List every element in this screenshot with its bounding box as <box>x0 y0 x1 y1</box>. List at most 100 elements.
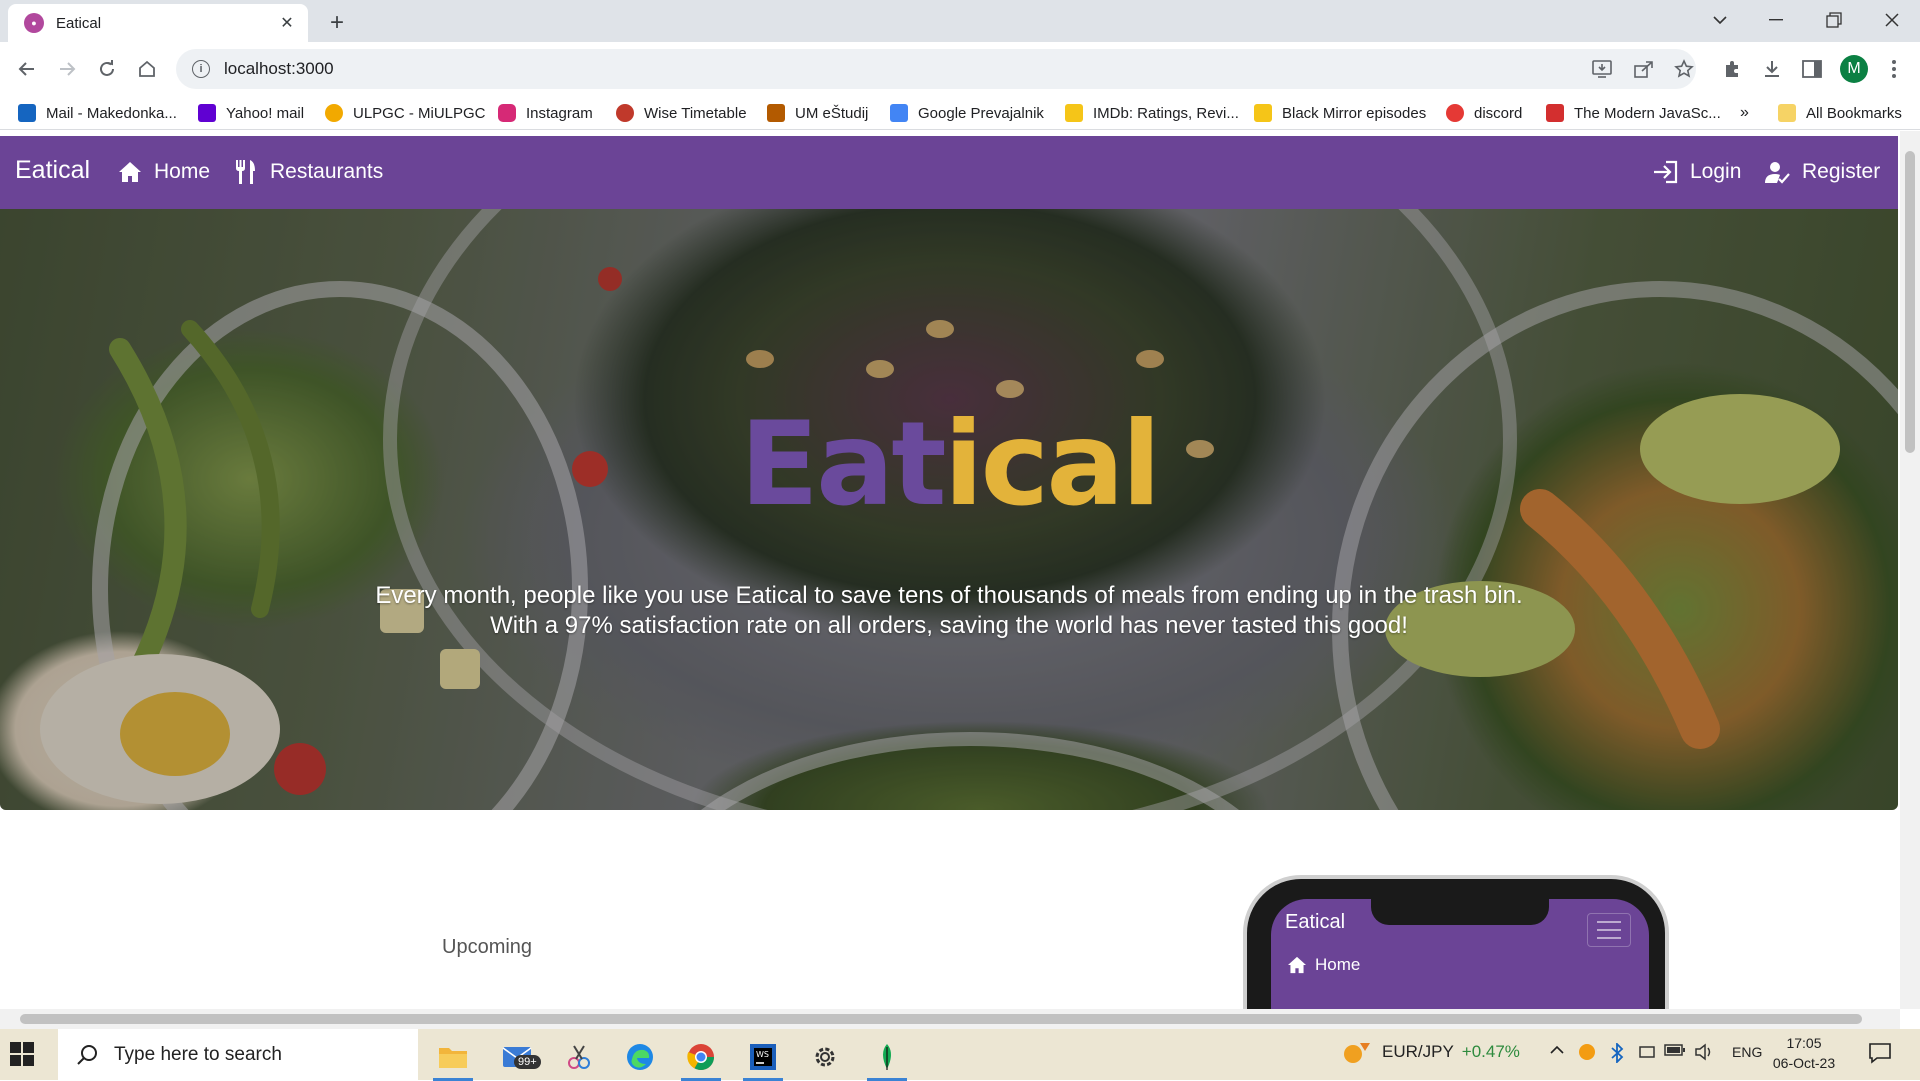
language-indicator[interactable]: ENG <box>1732 1044 1762 1060</box>
ticker-change: +0.47% <box>1461 1042 1520 1061</box>
windows-taskbar: Type here to search 99+ WS EUR/JPY +0.47… <box>0 1029 1920 1081</box>
phone-screen: Eatical Home <box>1271 899 1649 1009</box>
browser-toolbar: i localhost:3000 M <box>0 42 1920 96</box>
nav-register-label: Register <box>1802 160 1881 183</box>
tab-search-chevron-icon[interactable] <box>1692 0 1748 40</box>
notifications-icon[interactable] <box>1868 1042 1892 1064</box>
instagram-icon <box>498 104 516 122</box>
bookmarks-overflow-button[interactable]: » <box>1740 102 1749 124</box>
site-navbar: Eatical Home Restaurants Login Register <box>0 136 1898 209</box>
hero-title: Eatical <box>0 407 1898 523</box>
currency-icon <box>1344 1043 1370 1063</box>
folder-icon <box>1778 104 1796 122</box>
mongodb-compass-icon[interactable] <box>862 1037 912 1081</box>
hamburger-menu-icon <box>1587 913 1631 947</box>
bookmark-item[interactable]: Yahoo! mail <box>198 102 304 124</box>
tab-title: Eatical <box>56 14 102 32</box>
home-icon <box>1288 956 1306 974</box>
tray-app-icon[interactable] <box>1578 1043 1596 1061</box>
meet-now-icon[interactable] <box>1638 1043 1656 1061</box>
clock-date: 06-Oct-23 <box>1772 1055 1836 1071</box>
imdb-icon <box>1254 104 1272 122</box>
nav-home-link[interactable]: Home <box>118 156 210 188</box>
site-brand[interactable]: Eatical <box>15 156 90 185</box>
browser-tab-strip: ● Eatical ✕ + <box>0 0 1920 42</box>
search-icon <box>77 1044 97 1065</box>
taskbar-search-box[interactable]: Type here to search <box>58 1029 418 1080</box>
horizontal-scroll-thumb[interactable] <box>20 1014 1862 1024</box>
all-bookmarks-folder[interactable]: All Bookmarks <box>1778 102 1902 124</box>
webstorm-icon[interactable]: WS <box>738 1037 788 1081</box>
wise-timetable-icon <box>616 104 634 122</box>
page-viewport: Eatical Home Restaurants Login Register <box>0 131 1920 1009</box>
share-icon[interactable] <box>1630 55 1658 83</box>
google-translate-icon <box>890 104 908 122</box>
new-tab-button[interactable]: + <box>322 8 352 38</box>
taskbar-clock[interactable]: 17:05 06-Oct-23 <box>1768 1033 1840 1073</box>
currency-ticker-widget[interactable]: EUR/JPY +0.47% <box>1342 1039 1520 1065</box>
bookmark-item[interactable]: Mail - Makedonka... <box>18 102 177 124</box>
eatical-favicon-icon: ● <box>24 13 44 33</box>
battery-icon[interactable] <box>1664 1043 1686 1057</box>
bookmark-item[interactable]: Instagram <box>498 102 593 124</box>
bookmark-item[interactable]: The Modern JavaSc... <box>1546 102 1721 124</box>
home-button[interactable] <box>132 54 162 84</box>
nav-home-label: Home <box>154 160 211 183</box>
profile-avatar[interactable]: M <box>1840 55 1868 83</box>
bookmark-item[interactable]: ULPGC - MiULPGC <box>325 102 486 124</box>
minimize-button[interactable] <box>1748 0 1804 40</box>
vertical-scrollbar[interactable] <box>1900 131 1920 1009</box>
chrome-browser-icon[interactable] <box>676 1037 726 1081</box>
vertical-scroll-thumb[interactable] <box>1905 151 1915 453</box>
settings-gear-icon[interactable] <box>800 1037 850 1077</box>
browser-menu-icon[interactable] <box>1880 55 1908 83</box>
utensils-icon <box>236 160 255 184</box>
reload-button[interactable] <box>92 54 122 84</box>
edge-browser-icon[interactable] <box>615 1037 665 1077</box>
volume-icon[interactable] <box>1694 1043 1714 1061</box>
bookmark-star-icon[interactable] <box>1670 55 1698 83</box>
install-app-icon[interactable] <box>1588 55 1616 83</box>
phone-mockup: Eatical Home <box>1232 870 1676 1009</box>
browser-tab[interactable]: ● Eatical ✕ <box>8 4 308 42</box>
horizontal-scrollbar[interactable] <box>0 1009 1900 1029</box>
ticker-label: EUR/JPY <box>1382 1042 1454 1061</box>
back-button[interactable] <box>12 54 42 84</box>
nav-restaurants-label: Restaurants <box>270 160 384 183</box>
login-icon <box>1654 160 1678 184</box>
bookmark-item[interactable]: Google Prevajalnik <box>890 102 1044 124</box>
extensions-puzzle-icon[interactable] <box>1718 55 1746 83</box>
site-info-icon[interactable]: i <box>192 60 210 78</box>
yahoo-mail-icon <box>198 104 216 122</box>
phone-home-link: Home <box>1287 955 1360 975</box>
side-panel-icon[interactable] <box>1798 55 1826 83</box>
hero-subtitle-line1: Every month, people like you use Eatical… <box>375 582 1523 609</box>
bookmark-item[interactable]: Black Mirror episodes <box>1254 102 1426 124</box>
tab-close-icon[interactable]: ✕ <box>276 12 298 34</box>
snipping-tool-icon[interactable] <box>554 1037 604 1077</box>
mail-badge: 99+ <box>514 1055 541 1069</box>
javascript-info-icon <box>1546 104 1564 122</box>
address-bar[interactable]: i localhost:3000 <box>176 49 1696 89</box>
close-window-button[interactable] <box>1864 0 1920 40</box>
nav-restaurants-link[interactable]: Restaurants <box>234 156 383 188</box>
nav-login-link[interactable]: Login <box>1652 156 1741 188</box>
bookmark-item[interactable]: Wise Timetable <box>616 102 747 124</box>
windows-start-icon[interactable] <box>10 1042 34 1066</box>
forward-button[interactable] <box>52 54 82 84</box>
nav-register-link[interactable]: Register <box>1764 156 1880 188</box>
phone-brand: Eatical <box>1285 911 1346 933</box>
tray-overflow-chevron-icon[interactable] <box>1550 1045 1564 1055</box>
mail-app-icon[interactable]: 99+ <box>492 1037 542 1077</box>
downloads-icon[interactable] <box>1758 55 1786 83</box>
bookmark-item[interactable]: discord <box>1446 102 1522 124</box>
restore-button[interactable] <box>1806 0 1862 40</box>
upcoming-heading: Upcoming <box>442 936 533 958</box>
bookmark-item[interactable]: UM eŠtudij <box>767 102 868 124</box>
bluetooth-icon[interactable] <box>1610 1043 1624 1063</box>
file-explorer-icon[interactable] <box>428 1037 478 1081</box>
outlook-icon <box>18 104 36 122</box>
svg-text:WS: WS <box>756 1050 769 1059</box>
hero-subtitle: Every month, people like you use Eatical… <box>0 581 1898 641</box>
bookmark-item[interactable]: IMDb: Ratings, Revi... <box>1065 102 1239 124</box>
